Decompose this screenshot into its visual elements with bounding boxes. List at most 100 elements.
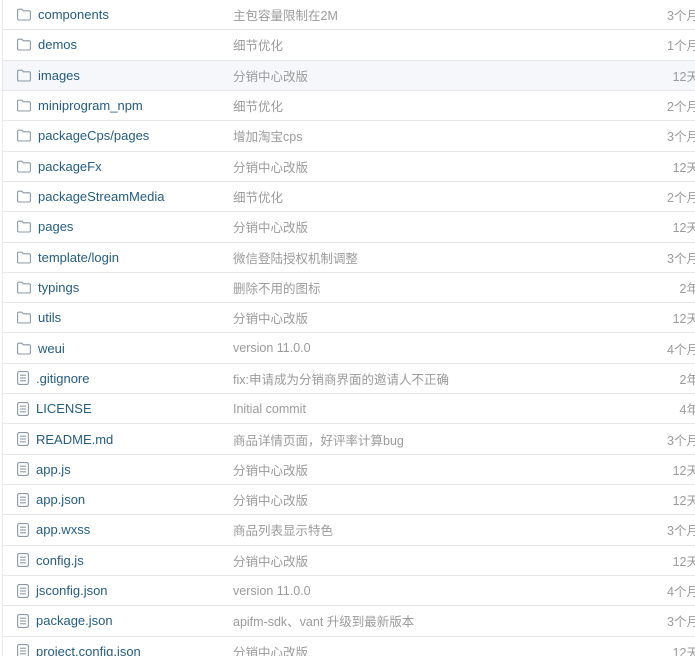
file-row[interactable]: packageFx 分销中心改版 12天 bbox=[3, 151, 695, 182]
commit-message-link[interactable]: 分销中心改版 bbox=[233, 642, 308, 656]
last-commit-date: 4个月 bbox=[667, 342, 695, 357]
file-name-link[interactable]: miniprogram_npm bbox=[38, 98, 143, 113]
file-name-link[interactable]: typings bbox=[38, 280, 79, 295]
file-row[interactable]: LICENSE Initial commit 4年 bbox=[3, 394, 695, 425]
commit-message-link[interactable]: version 11.0.0 bbox=[233, 584, 311, 598]
repo-file-table: components 主包容量限制在2M 3个月 demos 细节优化 1个月 … bbox=[2, 0, 695, 656]
file-row[interactable]: packageCps/pages 增加淘宝cps 3个月 bbox=[3, 121, 695, 152]
file-row[interactable]: app.js 分销中心改版 12天 bbox=[3, 454, 695, 485]
file-row[interactable]: images 分销中心改版 12天 bbox=[3, 60, 695, 91]
commit-message-link[interactable]: 增加淘宝cps bbox=[233, 126, 302, 145]
commit-message-link[interactable]: 细节优化 bbox=[233, 187, 283, 206]
folder-icon bbox=[17, 220, 31, 233]
commit-message-link[interactable]: 分销中心改版 bbox=[233, 157, 308, 176]
file-icon bbox=[17, 401, 29, 416]
file-row[interactable]: README.md 商品详情页面，好评率计算bug 3个月 bbox=[3, 424, 695, 455]
file-row[interactable]: components 主包容量限制在2M 3个月 bbox=[3, 0, 695, 31]
commit-message-link[interactable]: 删除不用的图标 bbox=[233, 278, 321, 297]
last-commit-date: 4年 bbox=[679, 403, 695, 418]
commit-message-link[interactable]: 分销中心改版 bbox=[233, 490, 308, 509]
commit-message-link[interactable]: 商品列表显示特色 bbox=[233, 520, 333, 539]
file-name-link[interactable]: packageFx bbox=[38, 159, 102, 174]
commit-message-link[interactable]: fix:申请成为分销商界面的邀请人不正确 bbox=[233, 369, 449, 388]
file-row[interactable]: typings 删除不用的图标 2年 bbox=[3, 272, 695, 304]
folder-icon bbox=[17, 281, 31, 294]
file-row[interactable]: app.json 分销中心改版 12天 bbox=[3, 485, 695, 516]
last-commit-date: 12天 bbox=[672, 312, 695, 327]
commit-message-link[interactable]: 分销中心改版 bbox=[233, 551, 308, 570]
last-commit-date: 12天 bbox=[672, 69, 695, 84]
file-name-link[interactable]: app.wxss bbox=[36, 522, 90, 537]
last-commit-date: 3个月 bbox=[667, 9, 695, 24]
file-row[interactable]: config.js 分销中心改版 12天 bbox=[3, 545, 695, 576]
file-name-link[interactable]: images bbox=[38, 68, 80, 83]
file-row[interactable]: pages 分销中心改版 12天 bbox=[3, 212, 695, 243]
file-icon bbox=[17, 371, 29, 386]
file-icon bbox=[17, 432, 29, 446]
folder-icon bbox=[17, 69, 31, 82]
file-name-link[interactable]: README.md bbox=[36, 432, 113, 447]
file-row[interactable]: miniprogram_npm 细节优化 2个月 bbox=[3, 90, 695, 122]
commit-message-link[interactable]: version 11.0.0 bbox=[233, 341, 311, 355]
file-name-link[interactable]: project.config.json bbox=[36, 644, 141, 656]
file-name-link[interactable]: packageStreamMedia bbox=[38, 189, 164, 204]
file-name-link[interactable]: package.json bbox=[36, 613, 113, 628]
commit-message-link[interactable]: 分销中心改版 bbox=[233, 66, 308, 85]
last-commit-date: 2个月 bbox=[667, 191, 695, 206]
commit-message-link[interactable]: apifm-sdk、vant 升级到最新版本 bbox=[233, 611, 414, 630]
file-name-link[interactable]: template/login bbox=[38, 250, 119, 265]
file-name-link[interactable]: LICENSE bbox=[36, 401, 92, 416]
last-commit-date: 12天 bbox=[672, 554, 695, 569]
last-commit-date: 3个月 bbox=[667, 524, 695, 539]
file-row[interactable]: utils 分销中心改版 12天 bbox=[3, 303, 695, 334]
file-row[interactable]: demos 细节优化 1个月 bbox=[3, 30, 695, 61]
folder-icon bbox=[17, 342, 31, 355]
last-commit-date: 12天 bbox=[672, 645, 695, 656]
last-commit-date: 3个月 bbox=[667, 615, 695, 630]
file-name-link[interactable]: app.js bbox=[36, 462, 71, 477]
file-row[interactable]: .gitignore fix:申请成为分销商界面的邀请人不正确 2年 bbox=[3, 363, 695, 395]
last-commit-date: 1个月 bbox=[667, 39, 695, 54]
file-row[interactable]: weui version 11.0.0 4个月 bbox=[3, 333, 695, 364]
file-row[interactable]: packageStreamMedia 细节优化 2个月 bbox=[3, 181, 695, 213]
last-commit-date: 2个月 bbox=[667, 100, 695, 115]
commit-message-link[interactable]: 分销中心改版 bbox=[233, 308, 308, 327]
last-commit-date: 12天 bbox=[672, 221, 695, 236]
last-commit-date: 12天 bbox=[672, 463, 695, 478]
last-commit-date: 2年 bbox=[679, 281, 695, 296]
last-commit-date: 12天 bbox=[672, 494, 695, 509]
commit-message-link[interactable]: 细节优化 bbox=[233, 35, 283, 54]
commit-message-link[interactable]: 主包容量限制在2M bbox=[233, 5, 338, 24]
last-commit-date: 3个月 bbox=[667, 130, 695, 145]
file-row[interactable]: project.config.json 分销中心改版 12天 bbox=[3, 636, 695, 656]
file-name-link[interactable]: .gitignore bbox=[36, 371, 89, 386]
file-icon bbox=[17, 462, 29, 477]
commit-message-link[interactable]: 商品详情页面，好评率计算bug bbox=[233, 430, 404, 449]
commit-message-link[interactable]: 细节优化 bbox=[233, 96, 283, 115]
last-commit-date: 3个月 bbox=[667, 433, 695, 448]
file-name-link[interactable]: jsconfig.json bbox=[36, 583, 108, 598]
commit-message-link[interactable]: 分销中心改版 bbox=[233, 217, 308, 236]
folder-icon bbox=[17, 251, 31, 264]
file-name-link[interactable]: config.js bbox=[36, 553, 84, 568]
file-name-link[interactable]: app.json bbox=[36, 492, 85, 507]
file-row[interactable]: app.wxss 商品列表显示特色 3个月 bbox=[3, 515, 695, 546]
folder-icon bbox=[17, 129, 31, 142]
commit-message-link[interactable]: 微信登陆授权机制调整 bbox=[233, 248, 358, 267]
file-name-link[interactable]: weui bbox=[38, 341, 65, 356]
file-row[interactable]: template/login 微信登陆授权机制调整 3个月 bbox=[3, 242, 695, 273]
file-name-link[interactable]: pages bbox=[38, 219, 73, 234]
file-name-link[interactable]: components bbox=[38, 7, 109, 22]
folder-icon bbox=[17, 160, 31, 173]
file-name-link[interactable]: demos bbox=[38, 37, 77, 52]
last-commit-date: 12天 bbox=[672, 160, 695, 175]
folder-icon bbox=[17, 8, 31, 21]
file-name-link[interactable]: packageCps/pages bbox=[38, 128, 149, 143]
commit-message-link[interactable]: Initial commit bbox=[233, 402, 306, 416]
file-icon bbox=[17, 523, 29, 537]
file-name-link[interactable]: utils bbox=[38, 310, 61, 325]
file-row[interactable]: package.json apifm-sdk、vant 升级到最新版本 3个月 bbox=[3, 606, 695, 637]
folder-icon bbox=[17, 99, 31, 112]
file-row[interactable]: jsconfig.json version 11.0.0 4个月 bbox=[3, 575, 695, 607]
commit-message-link[interactable]: 分销中心改版 bbox=[233, 460, 308, 479]
